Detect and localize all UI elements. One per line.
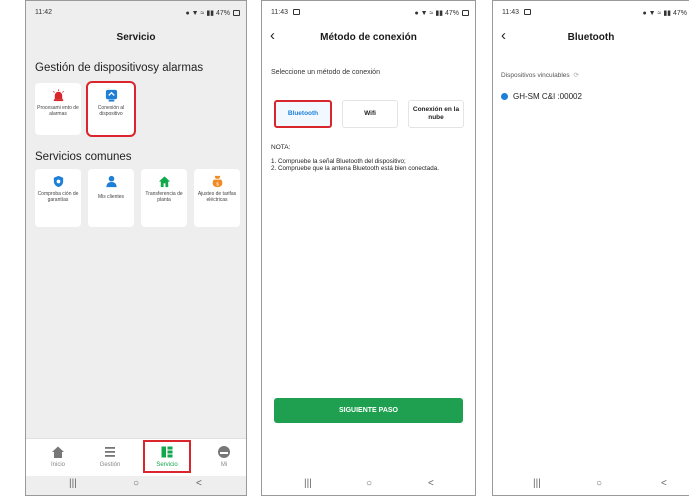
- note-line: 2. Compruebe que la antena Bluetooth est…: [271, 165, 440, 173]
- recents-button[interactable]: |||: [533, 478, 541, 489]
- gallery-icon: [523, 9, 531, 15]
- plant-transfer-icon: [158, 176, 170, 188]
- list-icon: [105, 447, 115, 457]
- option-bluetooth[interactable]: Bluetooth: [274, 100, 332, 128]
- customers-icon: [105, 175, 117, 188]
- tile-label: Mis clientes: [97, 194, 125, 200]
- service-icon: [161, 446, 173, 458]
- device-list-item[interactable]: GH-SM C&I :00002: [501, 92, 681, 106]
- alarm-icon: [52, 89, 64, 102]
- home-button[interactable]: ○: [596, 478, 602, 489]
- device-name: GH-SM C&I :00002: [513, 92, 582, 101]
- option-wifi[interactable]: Wifi: [342, 100, 398, 128]
- option-cloud[interactable]: Conexión en la nube: [408, 100, 464, 128]
- status-time: 11:43: [502, 9, 531, 16]
- nav-label: Inicio: [50, 462, 65, 468]
- note-line: 1. Compruebe la señal Bluetooth del disp…: [271, 158, 406, 165]
- tile-device-connection[interactable]: Conexión al dispositivo: [86, 81, 136, 137]
- nav-label: Gestión: [99, 462, 121, 468]
- tile-plant-transfer[interactable]: Transferencia de planta: [141, 169, 187, 227]
- nav-item-inicio[interactable]: Inicio: [38, 445, 78, 468]
- home-button[interactable]: ○: [366, 478, 372, 489]
- battery-percent: 47%: [215, 10, 230, 17]
- title-bar: Servicio: [26, 27, 246, 49]
- status-time-text: 11:43: [271, 9, 288, 16]
- back-button[interactable]: <: [661, 478, 667, 489]
- gallery-icon: [292, 9, 300, 15]
- pairable-devices-header: Dispositivos vinculables ⟳: [501, 71, 579, 79]
- system-navigation-bar: ||| ○ <: [26, 474, 246, 495]
- nav-item-mi[interactable]: Mi: [204, 445, 244, 468]
- recents-button[interactable]: |||: [69, 478, 77, 489]
- battery-icon: [462, 10, 469, 16]
- note-title: NOTA:: [271, 144, 291, 151]
- refresh-spinner-icon[interactable]: ⟳: [573, 72, 578, 79]
- page-title: Bluetooth: [567, 32, 615, 43]
- next-step-button[interactable]: SIGUIENTE PASO: [274, 398, 463, 423]
- status-bar: 11:43 ● ▼ ≈ ▮▮ 47%: [262, 1, 475, 23]
- status-icons: ● ▼ ≈ ▮▮ 47%: [642, 10, 688, 17]
- tariff-icon: $: [212, 175, 222, 188]
- back-button[interactable]: <: [196, 478, 202, 489]
- title-bar: ‹ Bluetooth: [493, 27, 689, 49]
- status-time-text: 11:43: [502, 9, 519, 16]
- nav-label: Servicio: [156, 462, 178, 468]
- battery-icon: [233, 10, 240, 16]
- nav-label: Mi: [220, 462, 228, 468]
- nav-item-gestion[interactable]: Gestión: [90, 445, 130, 468]
- pairable-devices-label: Dispositivos vinculables: [501, 72, 570, 79]
- tile-label: Procesami ento de alarmas: [37, 105, 79, 117]
- title-bar: ‹ Método de conexión: [262, 27, 475, 49]
- connection-prompt: Seleccione un método de conexión: [271, 69, 380, 76]
- note-text: 1. Compruebe la señal Bluetooth del disp…: [271, 158, 467, 172]
- section-title-devices: Gestión de dispositivosy alarmas: [35, 62, 204, 74]
- tile-label: Conexión al dispositivo: [97, 105, 125, 117]
- recents-button[interactable]: |||: [304, 478, 312, 489]
- phone-servicio-screen: 11:42 ● ▼ ≈ ▮▮ 47% Servicio Gestión de d…: [25, 0, 247, 496]
- system-navigation-bar: ||| ○ <: [493, 474, 689, 495]
- phone-connection-method-screen: 11:43 ● ▼ ≈ ▮▮ 47% ‹ Método de conexión …: [261, 0, 476, 496]
- battery-percent: 47%: [444, 10, 459, 17]
- svg-text:$: $: [216, 181, 219, 186]
- nav-item-servicio[interactable]: Servicio: [143, 440, 191, 473]
- system-navigation-bar: ||| ○ <: [262, 474, 475, 495]
- status-icons: ● ▼ ≈ ▮▮ 47%: [415, 9, 469, 17]
- status-time: 11:42: [35, 9, 52, 16]
- status-bar: 11:43 ● ▼ ≈ ▮▮ 47%: [493, 1, 689, 23]
- home-icon: [52, 446, 64, 458]
- profile-icon: [218, 446, 230, 458]
- status-time: 11:43: [271, 9, 300, 16]
- tile-alarm-processing[interactable]: Procesami ento de alarmas: [35, 83, 81, 135]
- tile-label: Transferencia de planta: [145, 191, 183, 203]
- warranty-shield-icon: [53, 175, 63, 188]
- bottom-navigation: Inicio Gestión Servicio Mi: [26, 438, 246, 476]
- bluetooth-device-icon: [501, 93, 508, 100]
- back-button[interactable]: <: [428, 478, 434, 489]
- status-icons: ● ▼ ≈ ▮▮ 47%: [186, 9, 240, 17]
- tile-warranty-check[interactable]: Comproba ción de garantías: [35, 169, 81, 227]
- device-connection-icon: [105, 89, 117, 102]
- home-button[interactable]: ○: [133, 478, 139, 489]
- tile-label: Comproba ción de garantías: [37, 191, 79, 203]
- page-title: Método de conexión: [320, 32, 417, 43]
- status-bar: 11:42 ● ▼ ≈ ▮▮ 47%: [26, 1, 246, 23]
- tile-electric-tariff[interactable]: $ Ajustes de tarifas eléctricas: [194, 169, 240, 227]
- tile-my-customers[interactable]: Mis clientes: [88, 169, 134, 227]
- page-title: Servicio: [116, 32, 156, 43]
- section-title-common: Servicios comunes: [35, 151, 132, 163]
- connection-options: Bluetooth Wifi Conexión en la nube: [270, 100, 467, 128]
- phone-bluetooth-screen: 11:43 ● ▼ ≈ ▮▮ 47% ‹ Bluetooth Dispositi…: [492, 0, 689, 496]
- battery-percent: 47%: [672, 10, 687, 17]
- tile-label: Ajustes de tarifas eléctricas: [197, 191, 237, 203]
